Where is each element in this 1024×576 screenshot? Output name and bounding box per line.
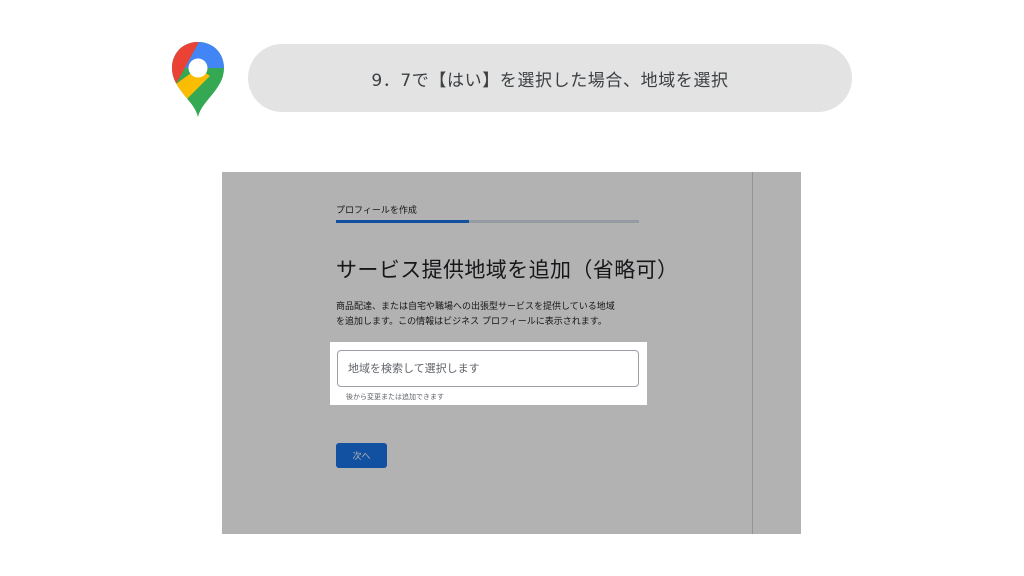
description: 商品配達、または自宅や職場への出張型サービスを提供している地域 を追加します。こ… [336,300,646,330]
step-caption: 9．7で【はい】を選択した場合、地域を選択 [371,70,729,91]
description-line: を追加します。この情報はビジネス プロフィールに表示されます。 [336,317,607,327]
progress-bar-fill [336,220,470,223]
helper-text: 後から変更または追加できます [346,393,444,401]
screenshot-frame: プロフィールを作成 サービス提供地域を追加（省略可） 商品配達、または自宅や職場… [222,172,801,534]
area-search-input[interactable] [337,350,639,387]
description-line: 商品配達、または自宅や職場への出張型サービスを提供している地域 [336,302,615,312]
next-button[interactable]: 次へ [336,443,387,468]
page-title: サービス提供地域を追加（省略可） [336,258,679,282]
vertical-divider [752,172,753,534]
progress-bar [336,220,639,223]
highlighted-input-panel: 後から変更または追加できます [330,342,647,405]
page-header: プロフィールを作成 [336,206,417,216]
google-maps-logo [168,40,228,118]
step-caption-pill: 9．7で【はい】を選択した場合、地域を選択 [248,44,852,112]
map-pin-icon [172,42,224,117]
